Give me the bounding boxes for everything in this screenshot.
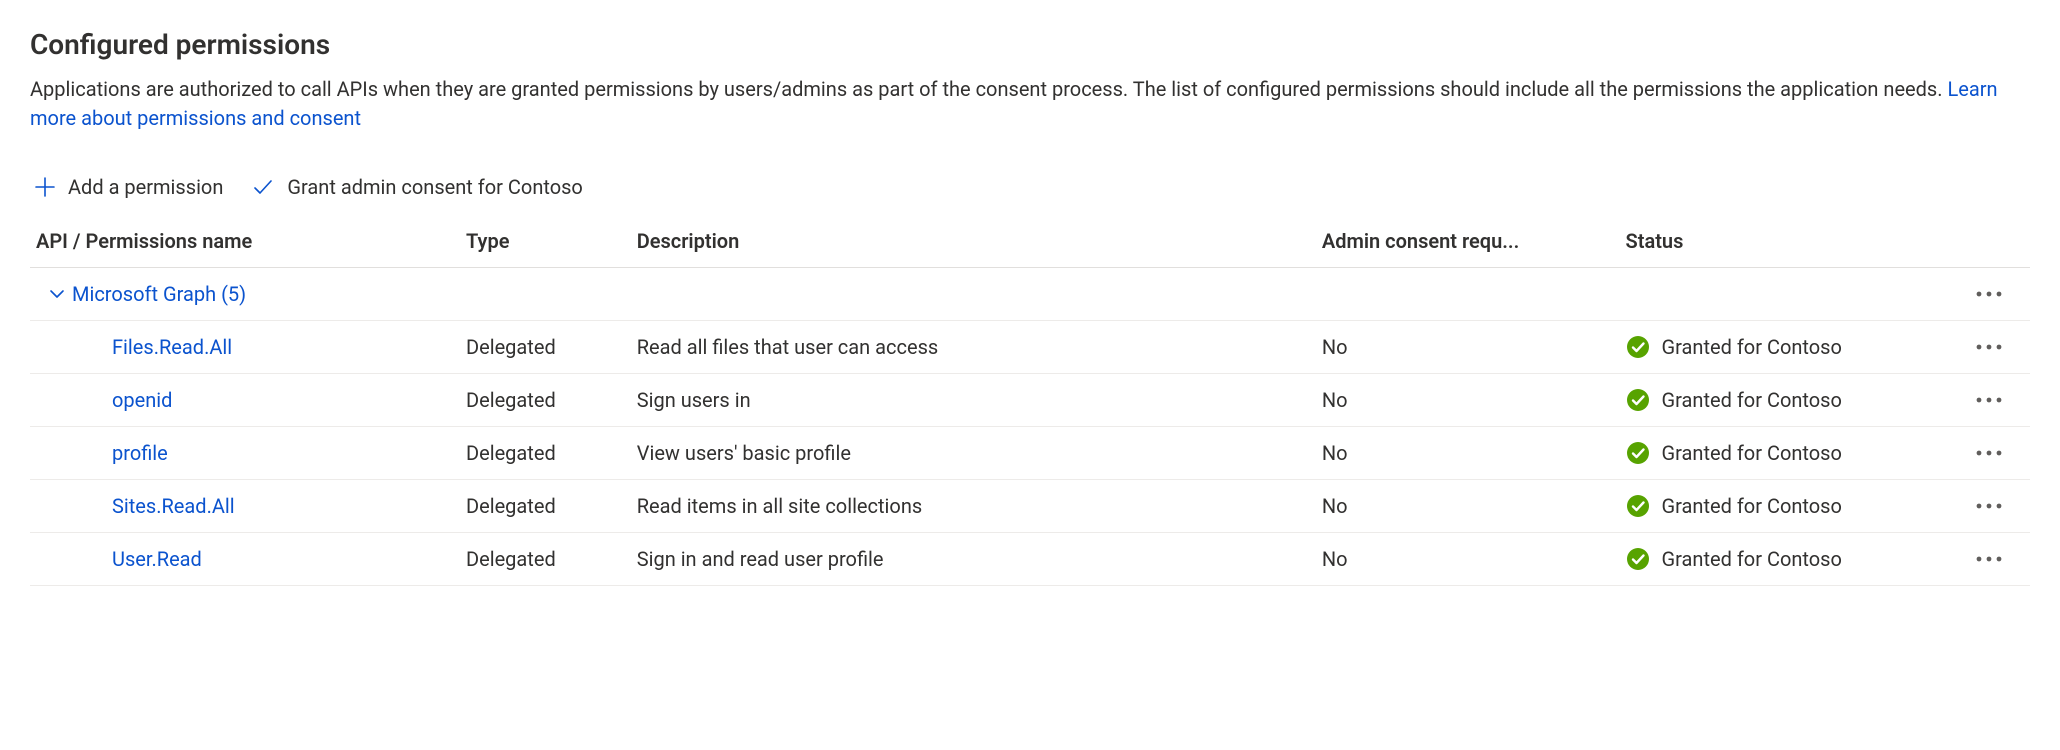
permission-status: Granted for Contoso xyxy=(1626,494,1940,518)
row-more-button[interactable] xyxy=(1955,343,2022,351)
permission-type: Delegated xyxy=(458,321,629,374)
permission-admin-consent-required: No xyxy=(1314,427,1618,480)
permission-description: View users' basic profile xyxy=(629,427,1314,480)
success-icon xyxy=(1626,547,1650,571)
permission-name-link[interactable]: Sites.Read.All xyxy=(38,494,450,518)
col-status[interactable]: Status xyxy=(1618,217,1948,268)
success-icon xyxy=(1626,388,1650,412)
permission-status: Granted for Contoso xyxy=(1626,441,1940,465)
success-icon xyxy=(1626,441,1650,465)
more-icon xyxy=(1975,502,2003,510)
permission-status: Granted for Contoso xyxy=(1626,388,1940,412)
grant-admin-consent-button[interactable]: Grant admin consent for Contoso xyxy=(251,175,582,199)
more-icon xyxy=(1975,396,2003,404)
row-more-button[interactable] xyxy=(1955,502,2022,510)
permission-description: Read items in all site collections xyxy=(629,480,1314,533)
permission-description: Sign users in xyxy=(629,374,1314,427)
grant-admin-consent-label: Grant admin consent for Contoso xyxy=(287,175,582,199)
permission-type: Delegated xyxy=(458,480,629,533)
more-icon xyxy=(1975,449,2003,457)
api-group-toggle[interactable]: Microsoft Graph (5) xyxy=(38,282,1939,306)
add-permission-button[interactable]: Add a permission xyxy=(34,175,223,199)
col-admin-consent-required[interactable]: Admin consent requ... xyxy=(1314,217,1618,268)
col-actions xyxy=(1947,217,2030,268)
table-row: profile Delegated View users' basic prof… xyxy=(30,427,2030,480)
intro-body: Applications are authorized to call APIs… xyxy=(30,77,1948,101)
permission-description: Sign in and read user profile xyxy=(629,533,1314,586)
api-group-label: Microsoft Graph (5) xyxy=(72,282,246,306)
table-row: Files.Read.All Delegated Read all files … xyxy=(30,321,2030,374)
table-row: User.Read Delegated Sign in and read use… xyxy=(30,533,2030,586)
permission-type: Delegated xyxy=(458,374,629,427)
success-icon xyxy=(1626,494,1650,518)
permission-status-text: Granted for Contoso xyxy=(1662,388,1842,412)
table-header-row: API / Permissions name Type Description … xyxy=(30,217,2030,268)
permission-name-link[interactable]: User.Read xyxy=(38,547,450,571)
permission-name-link[interactable]: openid xyxy=(38,388,450,412)
col-api[interactable]: API / Permissions name xyxy=(30,217,458,268)
permission-name-link[interactable]: Files.Read.All xyxy=(38,335,450,359)
col-type[interactable]: Type xyxy=(458,217,629,268)
permissions-table: API / Permissions name Type Description … xyxy=(30,217,2030,586)
configured-permissions-panel: Configured permissions Applications are … xyxy=(0,0,2060,626)
permission-type: Delegated xyxy=(458,533,629,586)
permission-status: Granted for Contoso xyxy=(1626,335,1940,359)
toolbar: Add a permission Grant admin consent for… xyxy=(34,175,2030,199)
table-row: Sites.Read.All Delegated Read items in a… xyxy=(30,480,2030,533)
success-icon xyxy=(1626,335,1650,359)
col-description[interactable]: Description xyxy=(629,217,1314,268)
more-icon xyxy=(1975,290,2003,298)
permission-admin-consent-required: No xyxy=(1314,533,1618,586)
more-icon xyxy=(1975,343,2003,351)
more-icon xyxy=(1975,555,2003,563)
table-row: openid Delegated Sign users in No Grante… xyxy=(30,374,2030,427)
group-more-button[interactable] xyxy=(1955,290,2022,298)
permission-status-text: Granted for Contoso xyxy=(1662,494,1842,518)
row-more-button[interactable] xyxy=(1955,396,2022,404)
permission-admin-consent-required: No xyxy=(1314,480,1618,533)
intro-text: Applications are authorized to call APIs… xyxy=(30,75,2030,133)
checkmark-icon xyxy=(251,175,275,199)
permission-description: Read all files that user can access xyxy=(629,321,1314,374)
row-more-button[interactable] xyxy=(1955,555,2022,563)
add-permission-label: Add a permission xyxy=(68,175,223,199)
page-title: Configured permissions xyxy=(30,28,2030,61)
permission-admin-consent-required: No xyxy=(1314,374,1618,427)
permission-status-text: Granted for Contoso xyxy=(1662,441,1842,465)
row-more-button[interactable] xyxy=(1955,449,2022,457)
permission-status: Granted for Contoso xyxy=(1626,547,1940,571)
permission-type: Delegated xyxy=(458,427,629,480)
permission-status-text: Granted for Contoso xyxy=(1662,335,1842,359)
plus-icon xyxy=(34,176,56,198)
permission-status-text: Granted for Contoso xyxy=(1662,547,1842,571)
permission-name-link[interactable]: profile xyxy=(38,441,450,465)
permission-admin-consent-required: No xyxy=(1314,321,1618,374)
api-group-row: Microsoft Graph (5) xyxy=(30,268,2030,321)
chevron-down-icon xyxy=(48,285,66,303)
